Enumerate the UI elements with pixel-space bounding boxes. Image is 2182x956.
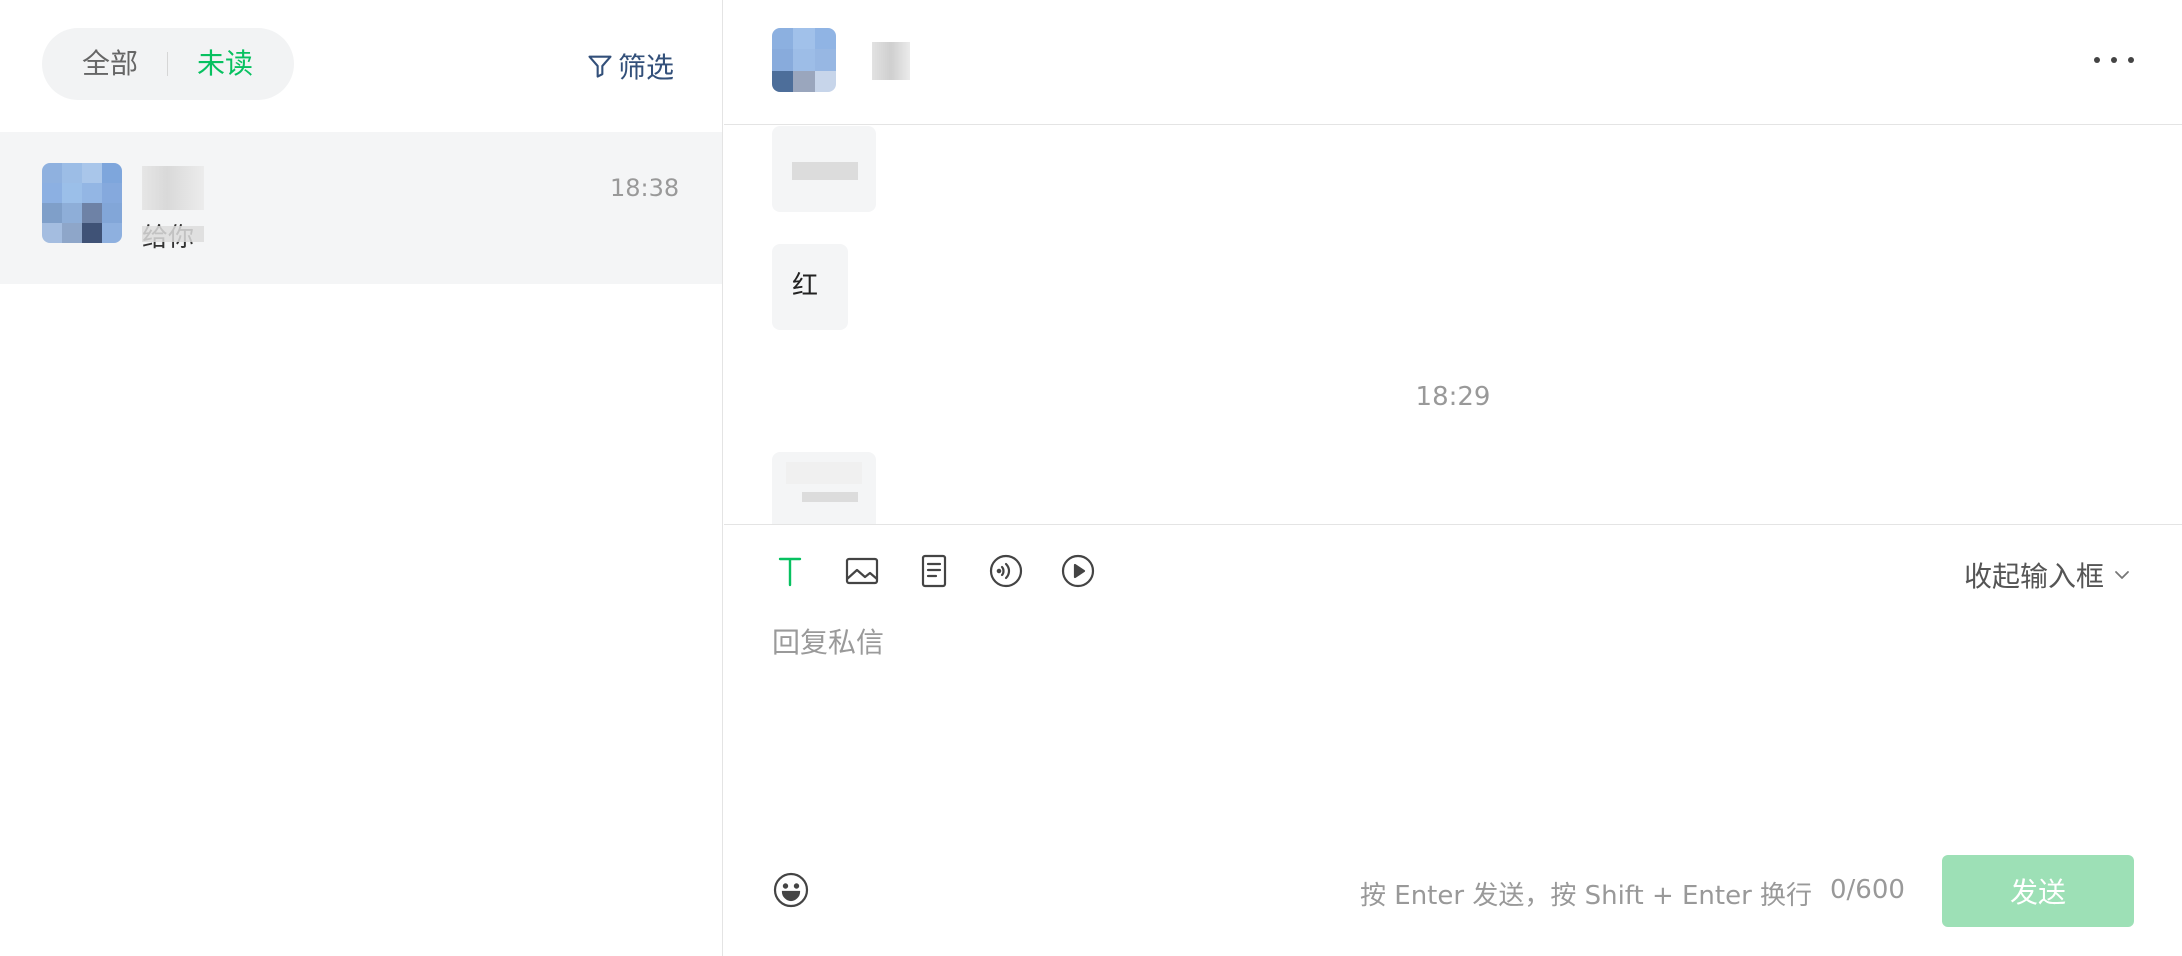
message-redacted bbox=[802, 492, 858, 502]
message-timestamp: 18:29 bbox=[1415, 382, 1491, 412]
filter-icon bbox=[588, 55, 612, 78]
conversation-item[interactable]: 给你 18:38 bbox=[0, 132, 722, 284]
tab-unread[interactable]: 未读 bbox=[197, 28, 253, 100]
message-redacted bbox=[792, 162, 858, 180]
character-counter: 0/600 bbox=[1830, 875, 1905, 905]
chat-header bbox=[724, 0, 2182, 125]
document-icon[interactable] bbox=[916, 553, 952, 589]
text-icon[interactable] bbox=[772, 553, 808, 589]
send-hint: 按 Enter 发送，按 Shift + Enter 换行 bbox=[1360, 881, 1813, 911]
preview-redacted bbox=[142, 226, 204, 242]
avatar bbox=[42, 163, 122, 243]
conversation-list-panel: 全部 未读 筛选 给你 18:38 bbox=[0, 0, 723, 956]
reply-input[interactable] bbox=[772, 621, 2132, 821]
image-icon[interactable] bbox=[844, 553, 880, 589]
audio-icon[interactable] bbox=[988, 553, 1024, 589]
toggle-divider bbox=[167, 52, 168, 76]
chevron-down-icon bbox=[2115, 571, 2129, 579]
chat-panel: 红 18:29 收起输入框 回复私信 按 Enter 发送，按 Shift + … bbox=[724, 0, 2182, 956]
message-redacted bbox=[786, 462, 862, 484]
video-icon[interactable] bbox=[1060, 553, 1096, 589]
message-bubble: 红 bbox=[772, 244, 848, 330]
message-bubble bbox=[772, 452, 876, 524]
last-message-time: 18:38 bbox=[610, 174, 680, 202]
collapse-input-label: 收起输入框 bbox=[1964, 560, 2105, 593]
contact-avatar bbox=[772, 28, 836, 92]
reply-composer: 收起输入框 按 Enter 发送，按 Shift + Enter 换行 0/60… bbox=[724, 524, 2182, 956]
composer-toolbar bbox=[772, 553, 1096, 589]
message-bubble bbox=[772, 126, 876, 212]
more-icon[interactable] bbox=[2094, 48, 2134, 72]
filter-label: 筛选 bbox=[618, 51, 675, 84]
message-text: 红 bbox=[792, 271, 819, 301]
filter-button[interactable]: 筛选 bbox=[586, 48, 674, 84]
collapse-input-button[interactable]: 收起输入框 bbox=[1964, 555, 2132, 595]
contact-name-redacted bbox=[872, 42, 910, 80]
send-button[interactable]: 发送 bbox=[1942, 855, 2134, 927]
tab-all[interactable]: 全部 bbox=[82, 28, 138, 100]
read-filter-toggle: 全部 未读 bbox=[42, 28, 294, 100]
contact-name-redacted bbox=[142, 166, 204, 210]
message-list: 红 18:29 bbox=[724, 126, 2182, 524]
emoji-icon[interactable] bbox=[772, 871, 810, 909]
